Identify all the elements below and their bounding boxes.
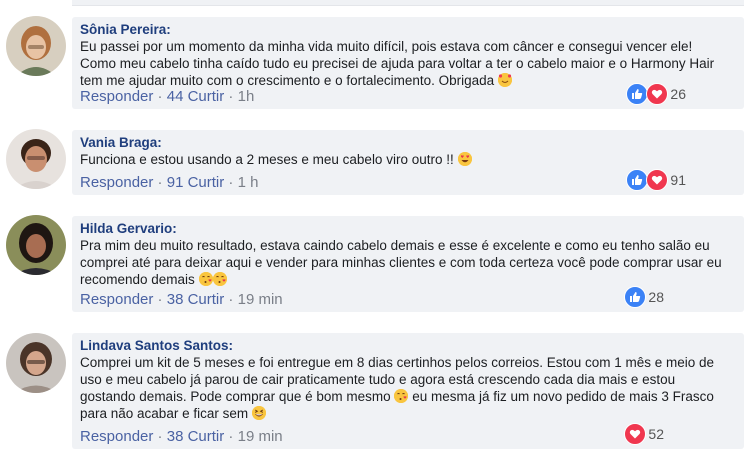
face-blowing-kiss-emoji xyxy=(198,272,213,286)
comment-bubble: Sônia Pereira: Eu passei por um momento … xyxy=(72,17,744,109)
reply-link[interactable]: Responder xyxy=(80,428,153,445)
grinning-squinting-face-emoji xyxy=(251,406,266,420)
comment-time: 19 min xyxy=(237,428,283,445)
comment-actions: Responder · 38 Curtir · 19 min xyxy=(80,291,283,308)
comment-time: 1 h xyxy=(237,174,259,191)
comment-author[interactable]: Vania Braga: xyxy=(80,134,736,151)
face-blowing-kiss-emoji xyxy=(394,389,409,403)
love-icon xyxy=(646,83,669,105)
like-link[interactable]: 38 Curtir xyxy=(167,291,225,308)
reaction-count: 28 xyxy=(648,289,664,305)
like-link[interactable]: 91 Curtir xyxy=(167,174,225,191)
comment-actions: Responder · 38 Curtir · 19 min xyxy=(80,428,283,445)
comment-bubble: Vania Braga: Funciona e estou usando a 2… xyxy=(72,130,744,195)
like-link[interactable]: 44 Curtir xyxy=(167,88,225,105)
love-icon xyxy=(624,423,647,445)
face-blowing-kiss-emoji xyxy=(212,272,227,286)
avatar[interactable] xyxy=(6,129,66,189)
comment-actions: Responder · 91 Curtir · 1 h xyxy=(80,174,259,191)
reaction-summary[interactable]: 26 xyxy=(626,83,686,105)
smiling-face-with-hearts-emoji xyxy=(497,73,512,87)
comment-time: 1h xyxy=(237,88,255,105)
reaction-count: 52 xyxy=(648,426,664,442)
avatar[interactable] xyxy=(6,333,66,393)
like-icon xyxy=(624,286,647,308)
reaction-summary[interactable]: 91 xyxy=(626,169,686,191)
reply-link[interactable]: Responder xyxy=(80,88,153,105)
comment-text: Pra mim deu muito resultado, estava cain… xyxy=(80,238,722,287)
comment-bubble: Hilda Gervario: Pra mim deu muito result… xyxy=(72,216,744,312)
previous-comment-edge xyxy=(72,0,744,6)
comment-text: Comprei um kit de 5 meses e foi entregue… xyxy=(80,355,715,421)
like-icon xyxy=(626,169,649,191)
comment-time: 19 min xyxy=(237,291,283,308)
like-icon xyxy=(626,83,649,105)
reaction-summary[interactable]: 28 xyxy=(624,286,664,308)
reply-link[interactable]: Responder xyxy=(80,174,153,191)
love-icon xyxy=(646,169,669,191)
comment-actions: Responder · 44 Curtir · 1h xyxy=(80,88,255,105)
comment-author[interactable]: Lindava Santos Santos: xyxy=(80,337,736,354)
reaction-count: 91 xyxy=(670,172,686,188)
comment-author[interactable]: Hilda Gervario: xyxy=(80,220,736,237)
reaction-summary[interactable]: 52 xyxy=(624,423,664,445)
comment-author[interactable]: Sônia Pereira: xyxy=(80,21,736,38)
comment-text: Funciona e estou usando a 2 meses e meu … xyxy=(80,151,736,168)
heart-eyes-emoji xyxy=(457,152,472,166)
reply-link[interactable]: Responder xyxy=(80,291,153,308)
comment-text: Eu passei por um momento da minha vida m… xyxy=(80,39,715,88)
comment-bubble: Lindava Santos Santos: Comprei um kit de… xyxy=(72,333,744,449)
avatar[interactable] xyxy=(6,16,66,76)
avatar[interactable] xyxy=(6,215,66,275)
reaction-count: 26 xyxy=(670,86,686,102)
like-link[interactable]: 38 Curtir xyxy=(167,428,225,445)
